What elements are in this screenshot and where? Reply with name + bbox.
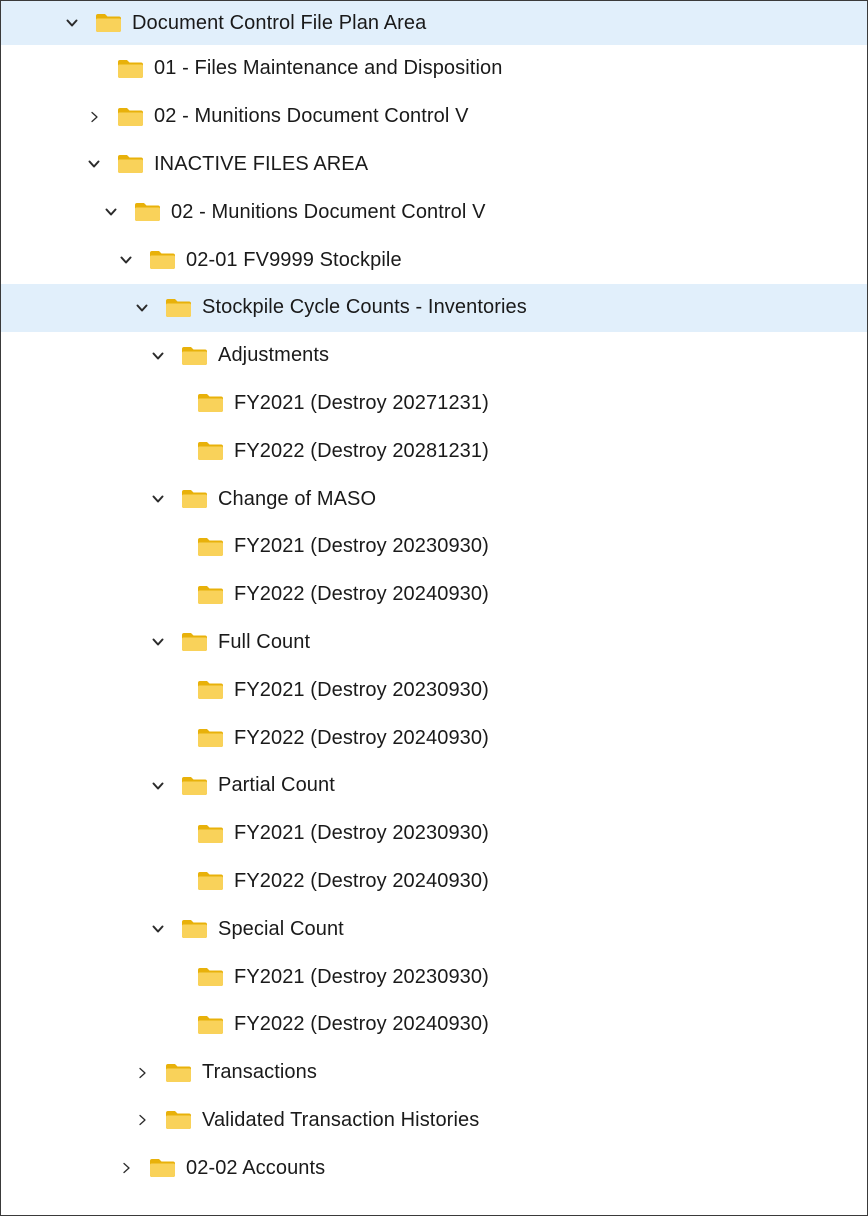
tree-item-label: Change of MASO	[218, 487, 377, 510]
tree-item-16[interactable]: FY2022 (Destroy 20240930)	[1, 714, 867, 762]
chevron-right-icon[interactable]	[135, 1066, 149, 1080]
chevron-down-icon[interactable]	[65, 16, 79, 30]
tree-item-label: FY2021 (Destroy 20230930)	[234, 678, 489, 701]
tree-item-11[interactable]: Change of MASO	[1, 475, 867, 523]
tree-item-label: Document Control File Plan Area	[132, 11, 427, 34]
chevron-right-icon[interactable]	[135, 1113, 149, 1127]
tree-item-label: Validated Transaction Histories	[202, 1108, 480, 1131]
tree-item-5[interactable]: 02 - Munitions Document Control V	[1, 188, 867, 236]
chevron-down-icon[interactable]	[87, 157, 101, 171]
folder-icon	[197, 871, 224, 891]
folder-icon	[181, 776, 208, 796]
tree-item-18[interactable]: FY2021 (Destroy 20230930)	[1, 810, 867, 858]
folder-icon	[181, 346, 208, 366]
tree-item-label: 02-02 Accounts	[186, 1156, 326, 1179]
tree-item-label: Adjustments	[218, 344, 330, 367]
tree-item-10[interactable]: FY2022 (Destroy 20281231)	[1, 427, 867, 475]
tree-item-20[interactable]: Special Count	[1, 905, 867, 953]
folder-icon	[95, 13, 122, 33]
folder-icon	[181, 489, 208, 509]
navigation-pane: Document Control File Plan Area 01 - Fil…	[0, 0, 868, 1216]
tree-item-4[interactable]: INACTIVE FILES AREA	[1, 141, 867, 189]
tree-item-6[interactable]: 02-01 FV9999 Stockpile	[1, 236, 867, 284]
tree-item-label: FY2021 (Destroy 20230930)	[234, 965, 489, 988]
chevron-down-icon[interactable]	[151, 492, 165, 506]
folder-icon	[197, 728, 224, 748]
tree-item-label: FY2021 (Destroy 20271231)	[234, 391, 489, 414]
folder-icon	[117, 107, 144, 127]
chevron-down-icon[interactable]	[151, 635, 165, 649]
folder-icon	[197, 967, 224, 987]
tree-item-label: Special Count	[218, 917, 344, 940]
tree-item-24[interactable]: Validated Transaction Histories	[1, 1097, 867, 1145]
tree-item-3[interactable]: 02 - Munitions Document Control V	[1, 93, 867, 141]
tree-item-label: FY2021 (Destroy 20230930)	[234, 822, 489, 845]
chevron-down-icon[interactable]	[151, 349, 165, 363]
tree-item-14[interactable]: Full Count	[1, 619, 867, 667]
folder-icon	[134, 202, 161, 222]
chevron-down-icon[interactable]	[119, 253, 133, 267]
tree-item-1[interactable]: Document Control File Plan Area	[1, 1, 867, 45]
tree-item-label: 01 - Files Maintenance and Disposition	[154, 57, 503, 80]
tree-item-label: 02 - Munitions Document Control V	[171, 200, 486, 223]
tree-item-label: FY2022 (Destroy 20281231)	[234, 439, 489, 462]
tree-item-label: Partial Count	[218, 774, 335, 797]
folder-tree: Document Control File Plan Area 01 - Fil…	[1, 1, 867, 1192]
tree-item-label: Full Count	[218, 630, 311, 653]
tree-item-label: FY2022 (Destroy 20240930)	[234, 869, 489, 892]
tree-item-12[interactable]: FY2021 (Destroy 20230930)	[1, 523, 867, 571]
chevron-right-icon[interactable]	[87, 110, 101, 124]
tree-item-label: FY2022 (Destroy 20240930)	[234, 583, 489, 606]
tree-item-2[interactable]: 01 - Files Maintenance and Disposition	[1, 45, 867, 93]
tree-item-19[interactable]: FY2022 (Destroy 20240930)	[1, 858, 867, 906]
tree-item-label: Transactions	[202, 1061, 317, 1084]
folder-icon	[197, 824, 224, 844]
tree-item-8[interactable]: Adjustments	[1, 332, 867, 380]
tree-item-label: FY2021 (Destroy 20230930)	[234, 535, 489, 558]
tree-item-label: FY2022 (Destroy 20240930)	[234, 726, 489, 749]
tree-item-label: 02-01 FV9999 Stockpile	[186, 248, 402, 271]
tree-item-label: Stockpile Cycle Counts - Inventories	[202, 296, 527, 319]
tree-item-15[interactable]: FY2021 (Destroy 20230930)	[1, 666, 867, 714]
tree-item-13[interactable]: FY2022 (Destroy 20240930)	[1, 571, 867, 619]
tree-item-22[interactable]: FY2022 (Destroy 20240930)	[1, 1001, 867, 1049]
folder-icon	[197, 1015, 224, 1035]
tree-item-label: INACTIVE FILES AREA	[154, 152, 369, 175]
folder-icon	[197, 537, 224, 557]
chevron-down-icon[interactable]	[151, 779, 165, 793]
folder-icon	[197, 680, 224, 700]
tree-item-7[interactable]: Stockpile Cycle Counts - Inventories	[1, 283, 867, 332]
chevron-down-icon[interactable]	[135, 301, 149, 315]
tree-item-25[interactable]: 02-02 Accounts	[1, 1144, 867, 1192]
folder-icon	[197, 441, 224, 461]
folder-icon	[117, 154, 144, 174]
folder-icon	[117, 59, 144, 79]
chevron-down-icon[interactable]	[104, 205, 118, 219]
tree-item-label: FY2022 (Destroy 20240930)	[234, 1013, 489, 1036]
chevron-down-icon[interactable]	[151, 922, 165, 936]
folder-icon	[149, 1158, 176, 1178]
folder-icon	[197, 585, 224, 605]
folder-icon	[165, 1063, 192, 1083]
tree-item-23[interactable]: Transactions	[1, 1049, 867, 1097]
tree-item-21[interactable]: FY2021 (Destroy 20230930)	[1, 953, 867, 1001]
folder-icon	[197, 393, 224, 413]
folder-icon	[181, 919, 208, 939]
folder-icon	[165, 298, 192, 318]
folder-icon	[181, 632, 208, 652]
folder-icon	[165, 1110, 192, 1130]
tree-item-17[interactable]: Partial Count	[1, 762, 867, 810]
tree-item-label: 02 - Munitions Document Control V	[154, 105, 469, 128]
tree-item-9[interactable]: FY2021 (Destroy 20271231)	[1, 380, 867, 428]
folder-icon	[149, 250, 176, 270]
chevron-right-icon[interactable]	[119, 1161, 133, 1175]
